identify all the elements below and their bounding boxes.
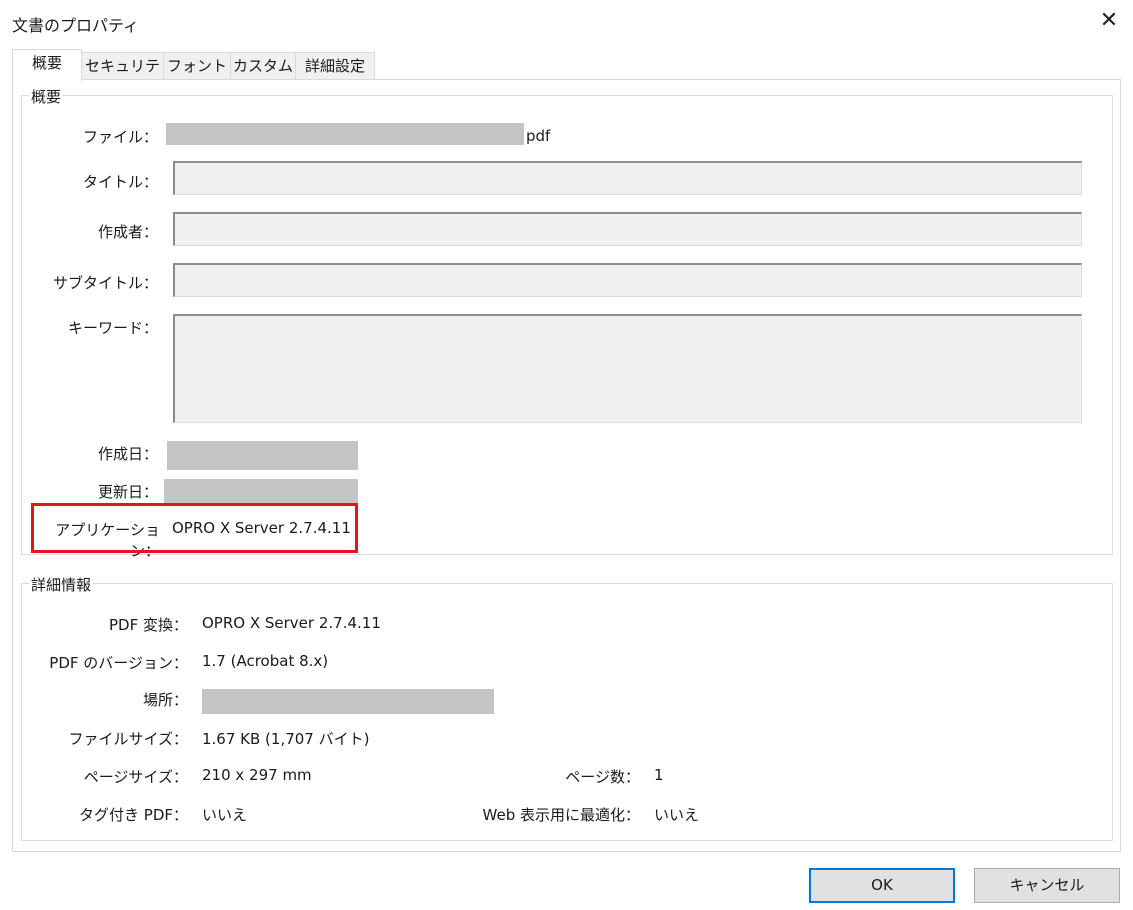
keywords-field[interactable] [173,314,1082,423]
created-date-redacted [167,441,358,470]
tab-security[interactable]: セキュリティ [81,52,164,101]
pdf-version-value: 1.7 (Acrobat 8.x) [202,652,329,670]
summary-legend: 概要 [29,86,64,107]
pdf-producer-value: OPRO X Server 2.7.4.11 [202,614,381,632]
page-count-value: 1 [654,766,664,784]
file-size-value: 1.67 KB (1,707 バイト) [202,730,370,748]
tab-advanced[interactable]: 詳細設定 [295,52,375,79]
pdf-producer-label: PDF 変換： [109,616,188,634]
cancel-button[interactable]: キャンセル [974,868,1120,903]
tagged-pdf-value: いいえ [202,806,248,824]
location-redacted [202,689,494,714]
dialog-title: 文書のプロパティ [12,16,140,35]
tab-fonts[interactable]: フォント [163,52,231,79]
fast-web-view-label: Web 表示用に最適化： [482,806,640,824]
details-legend: 詳細情報 [29,574,94,595]
tab-summary[interactable]: 概要 [12,49,82,81]
page-size-label: ページサイズ： [83,768,188,786]
file-extension: pdf [526,127,551,145]
location-label: 場所： [142,691,188,709]
page-count-label: ページ数： [565,768,640,786]
created-label: 作成日： [97,445,158,463]
red-highlight-box [31,503,358,553]
file-name-redacted [166,123,524,145]
page-size-value: 210 x 297 mm [202,766,312,784]
ok-button[interactable]: OK [809,868,955,903]
tab-custom[interactable]: カスタム [230,52,296,79]
title-label: タイトル： [82,173,158,191]
close-icon[interactable]: ✕ [1096,8,1122,34]
author-field[interactable] [173,212,1082,246]
keywords-label: キーワード： [67,319,158,337]
subtitle-label: サブタイトル： [52,274,158,292]
subtitle-field[interactable] [173,263,1082,297]
file-label: ファイル： [82,128,158,146]
tagged-pdf-label: タグ付き PDF： [79,806,188,824]
modified-label: 更新日： [97,483,158,501]
title-bar: 文書のプロパティ ✕ [0,0,1133,46]
fast-web-view-value: いいえ [654,806,700,824]
file-size-label: ファイルサイズ： [68,730,188,748]
modified-date-redacted [164,479,358,503]
author-label: 作成者： [97,223,158,241]
title-field[interactable] [173,161,1082,195]
pdf-version-label: PDF のバージョン： [49,654,188,672]
